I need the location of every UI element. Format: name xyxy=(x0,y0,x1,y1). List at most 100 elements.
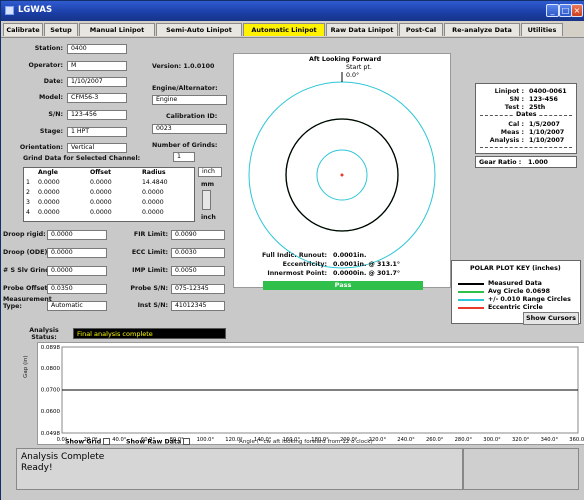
y-tick-label: 0.0898 xyxy=(41,345,61,351)
droop-rigid-field[interactable]: 0.0000 xyxy=(47,230,107,240)
tab-automatic-linipot[interactable]: Automatic Linipot xyxy=(243,23,325,36)
tab-setup[interactable]: Setup xyxy=(44,23,78,36)
show-raw-checkbox[interactable] xyxy=(183,438,191,445)
tab-re-analyze-data[interactable]: Re-analyze Data xyxy=(444,23,520,36)
sn-label: S/N: xyxy=(48,111,63,118)
fir-limit-field[interactable]: 0.0090 xyxy=(171,230,225,240)
show-raw-text: Show Raw Data xyxy=(126,438,182,446)
chart-ylabel: Gap (in) xyxy=(23,355,29,378)
grind-cell[interactable]: 0.0000 xyxy=(88,188,112,198)
operator-field[interactable]: M xyxy=(67,61,127,71)
tab-post-cal[interactable]: Post-Cal xyxy=(399,23,443,36)
minimize-button[interactable]: _ xyxy=(546,4,559,17)
unit-slider[interactable] xyxy=(202,190,211,210)
inst-sn-field[interactable]: 41012345 xyxy=(171,301,225,311)
slv-grind-field[interactable]: 0.0000 xyxy=(47,266,107,276)
meas-type-label: Measurement Type: xyxy=(3,296,52,310)
ecc-limit-label: ECC Limit: xyxy=(131,249,168,256)
grind-table: Angle Offset Radius 1 0.0000 0.0000 14.4… xyxy=(23,167,195,222)
meas-type-field[interactable]: Automatic xyxy=(47,301,107,311)
stage-field[interactable]: 1 HPT xyxy=(67,127,127,137)
result-pass-banner: Pass xyxy=(263,281,423,290)
grind-cell[interactable]: 0.0000 xyxy=(140,208,164,218)
probe-offset-field[interactable]: 0.0350 xyxy=(47,284,107,294)
sn-field[interactable]: 123-456 xyxy=(67,110,127,120)
analysis-date-label: Analysis : xyxy=(489,137,524,144)
calibration-field[interactable]: 0023 xyxy=(152,124,227,134)
show-grid-checkbox[interactable] xyxy=(103,438,111,445)
date-field[interactable]: 1/10/2007 xyxy=(67,77,127,87)
grind-cell[interactable]: 0.0000 xyxy=(88,198,112,208)
imp-limit-field[interactable]: 0.0050 xyxy=(171,266,225,276)
linipot-value: 0400-0061 xyxy=(529,88,567,95)
x-tick-label: 100.0° xyxy=(197,437,215,443)
gear-ratio-label: Gear Ratio : xyxy=(479,159,522,166)
test-value: 25th xyxy=(529,104,546,111)
grind-cell[interactable]: 0.0000 xyxy=(88,208,112,218)
grind-cell[interactable]: 0.0000 xyxy=(140,188,164,198)
grind-cell[interactable]: 0.0000 xyxy=(36,208,60,218)
droop-ode-field[interactable]: 0.0000 xyxy=(47,248,107,258)
x-tick-label: 360.0° xyxy=(569,437,584,443)
x-tick-label: 40.0° xyxy=(112,437,127,443)
grind-cell[interactable]: 0.0000 xyxy=(88,178,112,188)
engine-label: Engine/Alternator: xyxy=(152,85,218,92)
grind-header-offset: Offset xyxy=(90,169,112,176)
probe-offset-label: Probe Offset: xyxy=(3,285,51,292)
engine-field[interactable]: Engine xyxy=(152,95,227,105)
x-tick-label: 320.0° xyxy=(512,437,530,443)
show-raw-label: Show Raw Data xyxy=(126,438,191,446)
grind-cell[interactable]: 0.0000 xyxy=(140,198,164,208)
chart-xlabel: Angle (° cw aft looking forward from 12 … xyxy=(239,439,373,445)
x-tick-label: 260.0° xyxy=(426,437,444,443)
tab-manual-linipot[interactable]: Manual Linipot xyxy=(79,23,155,36)
grind-cell[interactable]: 0.0000 xyxy=(36,178,60,188)
probe-sn-field[interactable]: 075-12345 xyxy=(171,284,225,294)
probe-sn-label: Probe S/N: xyxy=(130,285,168,292)
grind-cell[interactable]: 0.0000 xyxy=(36,188,60,198)
linipot-label: Linipot : xyxy=(494,88,524,95)
eccentricity-label: Eccentricity: xyxy=(282,261,327,268)
key-swatch-eccentric xyxy=(458,307,484,309)
station-field[interactable]: 0400 xyxy=(67,44,127,54)
tab-utilities[interactable]: Utilities xyxy=(521,23,563,36)
num-grinds-field[interactable]: 1 xyxy=(173,152,195,162)
grind-header-angle: Angle xyxy=(38,169,58,176)
gap-chart: 0.0898 0.0800 0.0700 0.0600 0.0498 0.0° 20.0° 4… xyxy=(37,342,584,445)
eccentricity-value: 0.0001in. @ 313.1° xyxy=(333,261,401,268)
tab-raw-data-linipot[interactable]: Raw Data Linipot xyxy=(326,23,398,36)
tab-semi-auto-linipot[interactable]: Semi-Auto Linipot xyxy=(156,23,242,36)
info-sn-value: 123-456 xyxy=(529,96,558,103)
y-tick-label: 0.0800 xyxy=(41,366,61,372)
key-label-eccentric: Eccentric Circle xyxy=(488,304,543,311)
key-label-avg: Avg Circle 0.0698 xyxy=(488,288,550,295)
key-label-range: +/- 0.010 Range Circles xyxy=(488,296,571,303)
x-tick-label: 300.0° xyxy=(483,437,501,443)
analysis-status-field: Final analysis complete xyxy=(73,328,226,339)
grind-cell[interactable]: 14.4840 xyxy=(140,178,168,188)
orientation-field[interactable]: Vertical xyxy=(67,143,127,153)
droop-rigid-label: Droop rigid: xyxy=(3,231,46,238)
y-tick-label: 0.0600 xyxy=(41,409,61,415)
dates-bottom-divider xyxy=(480,147,572,148)
show-cursors-button[interactable]: Show Cursors xyxy=(523,312,579,325)
tab-bar: Calibrate Setup Manual Linipot Semi-Auto… xyxy=(1,21,584,37)
grind-header-radius: Radius xyxy=(142,169,166,176)
gear-ratio-value: 1.000 xyxy=(528,159,548,166)
grind-cell[interactable]: 0.0000 xyxy=(36,198,60,208)
x-tick-label: 280.0° xyxy=(455,437,473,443)
close-button[interactable]: × xyxy=(571,4,583,17)
grind-row-index: 1 xyxy=(26,179,30,186)
droop-ode-label: Droop (ODE): xyxy=(3,249,50,256)
eccentric-center-marker xyxy=(340,173,344,177)
key-swatch-measured xyxy=(458,283,484,285)
key-label-measured: Measured Data xyxy=(488,280,542,287)
window-title: LGWAS xyxy=(18,5,53,15)
orientation-label: Orientation: xyxy=(19,144,63,151)
cal-label: Cal : xyxy=(508,121,524,128)
tab-calibrate[interactable]: Calibrate xyxy=(3,23,43,36)
polar-title: Aft Looking Forward xyxy=(309,56,382,63)
unit-select-top[interactable]: inch xyxy=(198,167,222,177)
model-field[interactable]: CFM56-3 xyxy=(67,93,127,103)
ecc-limit-field[interactable]: 0.0030 xyxy=(171,248,225,258)
